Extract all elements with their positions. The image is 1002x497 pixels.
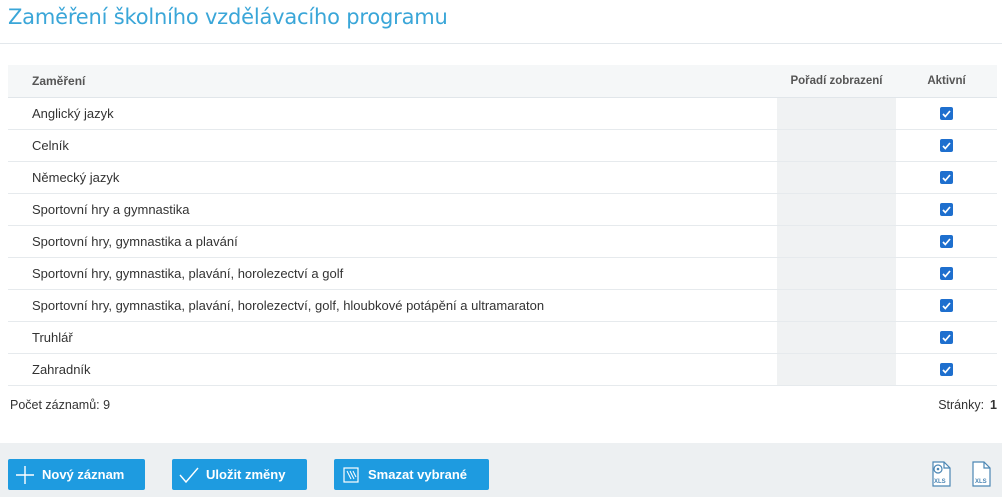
table-row[interactable]: Anglický jazyk <box>8 98 997 130</box>
grid-header: Zaměření Pořadí zobrazení Aktivní <box>8 65 997 98</box>
pages-label: Stránky: <box>938 398 985 412</box>
table-row[interactable]: Sportovní hry a gymnastika <box>8 194 997 226</box>
table-row[interactable]: Truhlář <box>8 322 997 354</box>
pagination: Stránky: 1 <box>938 398 997 412</box>
cell-aktivni <box>896 235 997 248</box>
page-title: Zaměření školního vzdělávacího programu <box>8 5 448 29</box>
cell-zamereni: Celník <box>32 138 69 153</box>
cell-zamereni: Německý jazyk <box>32 170 120 185</box>
page-number-current[interactable]: 1 <box>990 398 997 412</box>
cell-poradi-input[interactable] <box>777 290 896 321</box>
cell-zamereni: Zahradník <box>32 362 91 377</box>
cell-zamereni: Sportovní hry, gymnastika a plavání <box>32 234 238 249</box>
cell-zamereni: Sportovní hry, gymnastika, plavání, horo… <box>32 266 344 281</box>
delete-selected-button[interactable]: Smazat vybrané <box>334 459 489 490</box>
table-row[interactable]: Celník <box>8 130 997 162</box>
cell-zamereni: Anglický jazyk <box>32 106 114 121</box>
cell-aktivni <box>896 363 997 376</box>
record-count: Počet záznamů: 9 <box>10 398 111 412</box>
cell-poradi-input[interactable] <box>777 162 896 193</box>
cell-poradi-input[interactable] <box>777 194 896 225</box>
table-row[interactable]: Sportovní hry, gymnastika, plavání, horo… <box>8 258 997 290</box>
title-bar: Zaměření školního vzdělávacího programu <box>0 0 1002 44</box>
xls-label-2: XLS <box>975 479 987 485</box>
cell-poradi-input[interactable] <box>777 130 896 161</box>
active-checkbox[interactable] <box>940 267 953 280</box>
new-record-button[interactable]: Nový záznam <box>8 459 145 490</box>
cell-aktivni <box>896 331 997 344</box>
table-row[interactable]: Sportovní hry, gymnastika a plavání <box>8 226 997 258</box>
cell-poradi-input[interactable] <box>777 98 896 129</box>
table-row[interactable]: Zahradník <box>8 354 997 386</box>
column-header-active[interactable]: Aktivní <box>896 75 997 87</box>
xls-export-icon[interactable]: XLS <box>970 461 992 492</box>
table-row[interactable]: Sportovní hry, gymnastika, plavání, horo… <box>8 290 997 322</box>
new-record-label: Nový záznam <box>42 467 125 482</box>
cell-zamereni: Sportovní hry, gymnastika, plavání, horo… <box>32 298 545 313</box>
xls-settings-export-icon[interactable]: XLS <box>929 461 953 492</box>
cell-poradi-input[interactable] <box>777 322 896 353</box>
active-checkbox[interactable] <box>940 299 953 312</box>
save-changes-label: Uložit změny <box>206 467 286 482</box>
active-checkbox[interactable] <box>940 107 953 120</box>
plus-icon <box>8 465 42 485</box>
data-grid: Zaměření Pořadí zobrazení Aktivní Anglic… <box>8 65 997 386</box>
active-checkbox[interactable] <box>940 363 953 376</box>
cell-aktivni <box>896 203 997 216</box>
eraser-icon <box>334 466 368 483</box>
cell-aktivni <box>896 299 997 312</box>
grid-body: Anglický jazyk Celník Německý jazyk Sportov… <box>8 98 997 386</box>
column-header-order[interactable]: Pořadí zobrazení <box>777 75 896 87</box>
active-checkbox[interactable] <box>940 235 953 248</box>
action-bar: Nový záznam Uložit změny Smazat vybrané … <box>0 443 1002 497</box>
column-header-name[interactable]: Zaměření <box>8 74 777 88</box>
active-checkbox[interactable] <box>940 139 953 152</box>
cell-aktivni <box>896 107 997 120</box>
cell-poradi-input[interactable] <box>777 226 896 257</box>
delete-selected-label: Smazat vybrané <box>368 467 467 482</box>
cell-aktivni <box>896 139 997 152</box>
cell-poradi-input[interactable] <box>777 354 896 385</box>
cell-aktivni <box>896 171 997 184</box>
cell-zamereni: Truhlář <box>32 330 73 345</box>
cell-aktivni <box>896 267 997 280</box>
cell-zamereni: Sportovní hry a gymnastika <box>32 202 190 217</box>
active-checkbox[interactable] <box>940 203 953 216</box>
table-row[interactable]: Německý jazyk <box>8 162 997 194</box>
xls-label-1: XLS <box>934 479 946 485</box>
active-checkbox[interactable] <box>940 331 953 344</box>
active-checkbox[interactable] <box>940 171 953 184</box>
checkmark-icon <box>172 466 206 484</box>
grid-footer: Počet záznamů: 9 Stránky: 1 <box>8 398 997 416</box>
cell-poradi-input[interactable] <box>777 258 896 289</box>
save-changes-button[interactable]: Uložit změny <box>172 459 307 490</box>
